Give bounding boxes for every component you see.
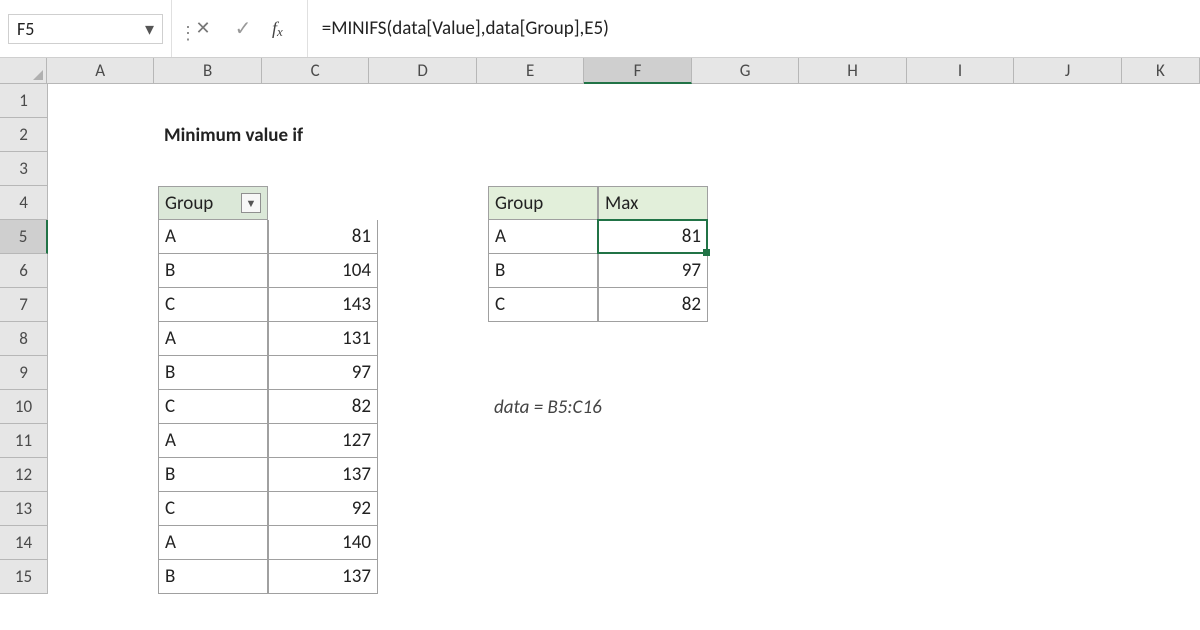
column-header[interactable]: A	[47, 58, 154, 84]
kebab-icon: ⋮	[179, 24, 197, 42]
row-header[interactable]: 9	[0, 356, 48, 390]
row-header[interactable]: 2	[0, 118, 48, 152]
row-header[interactable]: 10	[0, 390, 48, 424]
data-cell-value[interactable]: 127	[268, 424, 378, 458]
column-header[interactable]: I	[907, 58, 1014, 84]
name-box[interactable]: F5 ▾	[8, 14, 163, 44]
enter-button[interactable]: ✓	[232, 16, 254, 41]
summary-cell-max[interactable]: 81	[598, 220, 708, 254]
row-header[interactable]: 12	[0, 458, 48, 492]
row-header[interactable]: 6	[0, 254, 48, 288]
row-header[interactable]: 15	[0, 560, 48, 594]
select-all-corner[interactable]	[0, 58, 47, 84]
name-box-value: F5	[17, 18, 139, 40]
data-cell-group[interactable]: B	[158, 560, 268, 594]
check-icon: ✓	[235, 17, 252, 41]
data-cell-group[interactable]: C	[158, 492, 268, 526]
summary-cell-group[interactable]: A	[488, 220, 598, 254]
summary-cell-group[interactable]: B	[488, 254, 598, 288]
column-header[interactable]: C	[262, 58, 369, 84]
data-cell-value[interactable]: 131	[268, 322, 378, 356]
formula-bar: F5 ▾ ⋮ ✕ ✓ fx	[0, 0, 1200, 58]
worksheet[interactable]: ABCDEFGHIJK 123456789101112131415 Minimu…	[0, 58, 1200, 630]
close-icon: ✕	[195, 17, 210, 39]
formula-input[interactable]	[320, 16, 1188, 41]
column-headers: ABCDEFGHIJK	[0, 58, 1200, 84]
column-header[interactable]: D	[369, 58, 476, 84]
table-header-group[interactable]: Group ▼	[158, 186, 268, 220]
row-header[interactable]: 8	[0, 322, 48, 356]
column-header[interactable]: E	[477, 58, 584, 84]
column-header[interactable]: B	[154, 58, 261, 84]
row-header[interactable]: 13	[0, 492, 48, 526]
insert-function-button[interactable]: fx	[272, 18, 293, 39]
filter-dropdown-icon[interactable]: ▼	[241, 193, 261, 213]
row-header[interactable]: 7	[0, 288, 48, 322]
data-cell-value[interactable]: 97	[268, 356, 378, 390]
column-header[interactable]: H	[799, 58, 906, 84]
data-cell-value[interactable]: 104	[268, 254, 378, 288]
row-header[interactable]: 4	[0, 186, 48, 220]
summary-cell-max[interactable]: 97	[598, 254, 708, 288]
cell-grid[interactable]: Minimum value ifGroup▼Value▼A81B104C143A…	[48, 84, 158, 152]
data-cell-value[interactable]: 82	[268, 390, 378, 424]
chevron-down-icon[interactable]: ▾	[145, 18, 154, 40]
data-cell-value[interactable]: 81	[268, 220, 378, 254]
row-header[interactable]: 5	[0, 220, 48, 254]
column-header[interactable]: G	[692, 58, 799, 84]
data-cell-group[interactable]: B	[158, 458, 268, 492]
data-cell-value[interactable]: 92	[268, 492, 378, 526]
row-headers: 123456789101112131415	[0, 84, 48, 594]
row-header[interactable]: 11	[0, 424, 48, 458]
data-cell-group[interactable]: A	[158, 526, 268, 560]
column-header[interactable]: K	[1122, 58, 1200, 84]
column-header[interactable]: F	[584, 58, 691, 84]
data-cell-group[interactable]: C	[158, 288, 268, 322]
table-header-label: Group	[165, 192, 213, 215]
range-note: data = B5:C16	[488, 390, 708, 424]
data-cell-group[interactable]: A	[158, 424, 268, 458]
data-cell-value[interactable]: 140	[268, 526, 378, 560]
row-header[interactable]: 1	[0, 84, 48, 118]
data-cell-group[interactable]: A	[158, 322, 268, 356]
row-header[interactable]: 14	[0, 526, 48, 560]
summary-cell-max[interactable]: 82	[598, 288, 708, 322]
row-header[interactable]: 3	[0, 152, 48, 186]
data-cell-group[interactable]: B	[158, 254, 268, 288]
data-cell-value[interactable]: 137	[268, 458, 378, 492]
data-cell-value[interactable]: 137	[268, 560, 378, 594]
column-header[interactable]: J	[1014, 58, 1121, 84]
data-cell-group[interactable]: B	[158, 356, 268, 390]
summary-header-max[interactable]: Max	[598, 186, 708, 220]
summary-cell-group[interactable]: C	[488, 288, 598, 322]
data-cell-group[interactable]: C	[158, 390, 268, 424]
page-title: Minimum value if	[158, 118, 488, 152]
summary-header-group[interactable]: Group	[488, 186, 598, 220]
data-cell-value[interactable]: 143	[268, 288, 378, 322]
data-cell-group[interactable]: A	[158, 220, 268, 254]
